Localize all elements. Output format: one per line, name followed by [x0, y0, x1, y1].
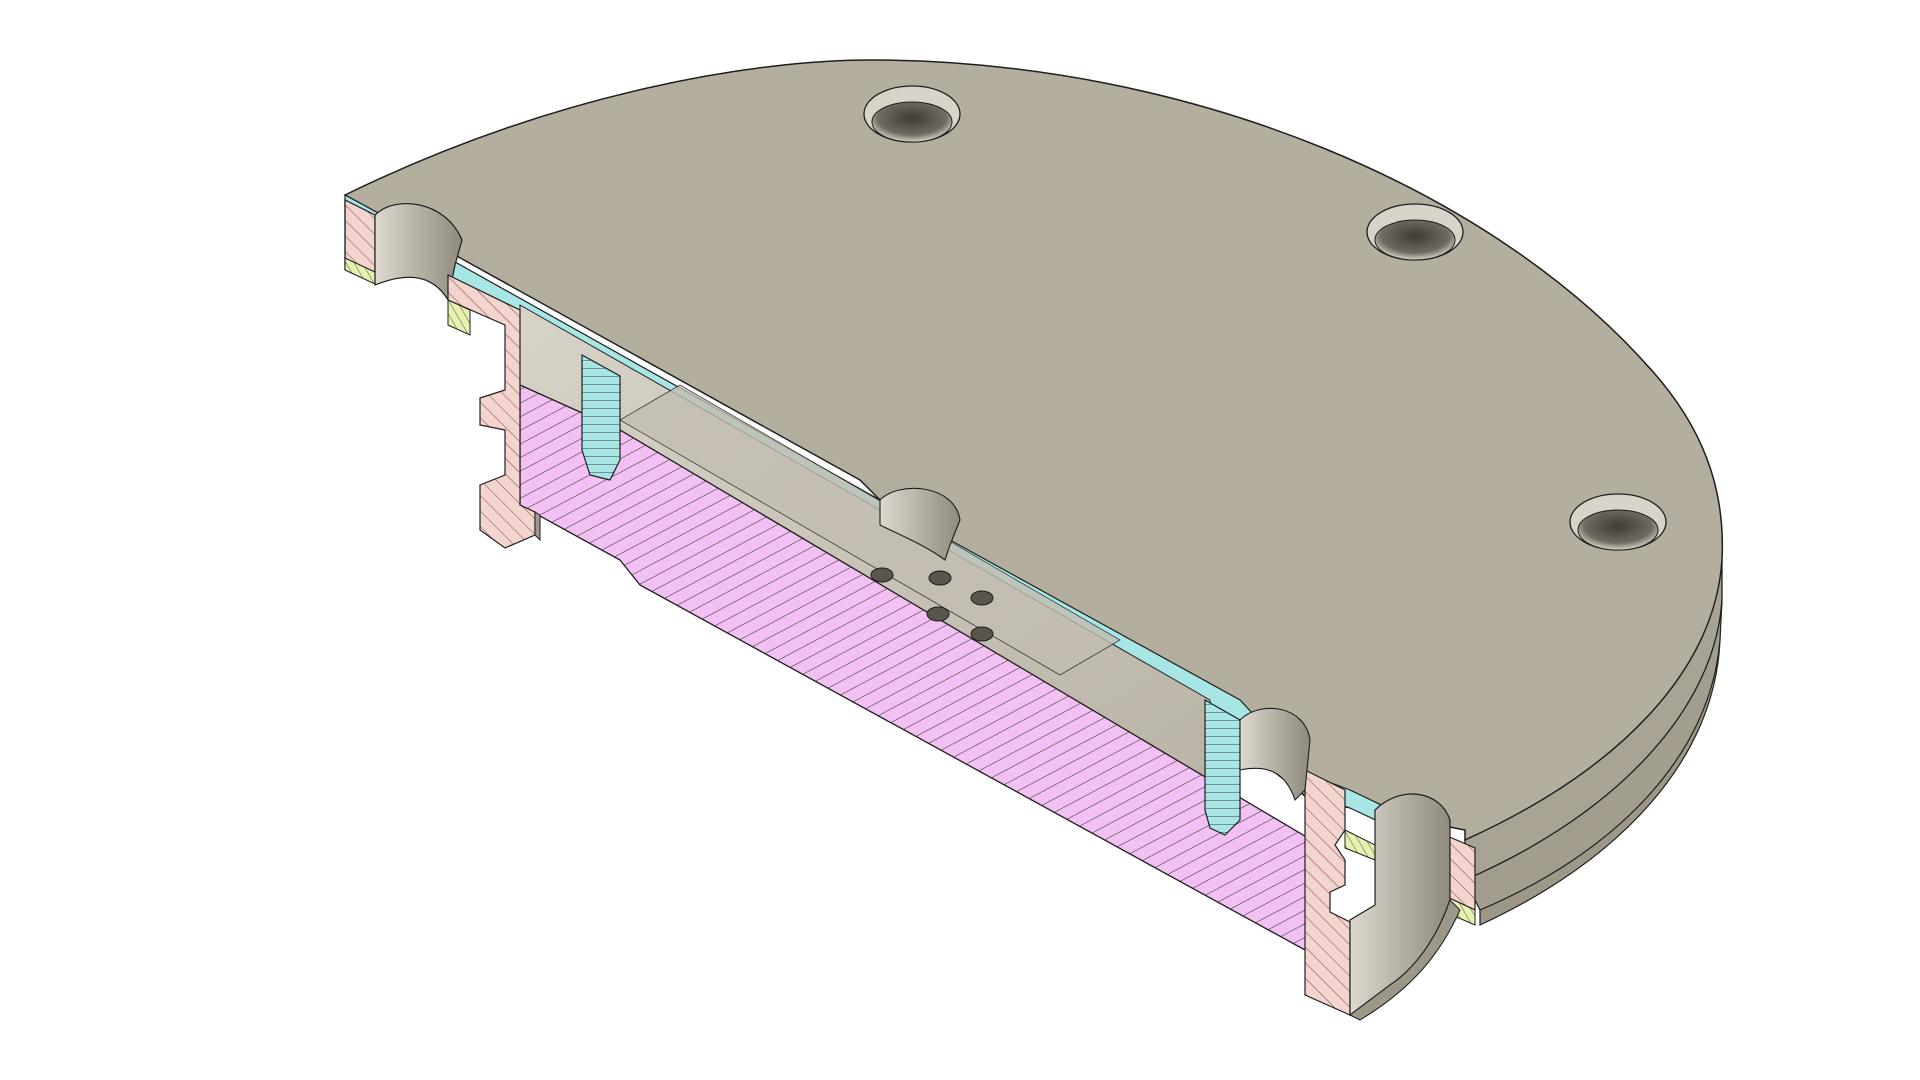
cad-viewport[interactable]: [0, 0, 1920, 1080]
left-rib-section: [581, 353, 621, 481]
right-rib-cut-hole: [1239, 707, 1311, 802]
right-inner-seal: [1344, 829, 1376, 861]
hole-top-3: [1569, 493, 1667, 551]
section-view-drawing: [343, 59, 1724, 1021]
right-rib-section: [1204, 698, 1241, 836]
right-housing-section: [1304, 769, 1351, 1016]
hole-top-2: [1366, 203, 1464, 261]
hole-top-1: [863, 85, 961, 143]
